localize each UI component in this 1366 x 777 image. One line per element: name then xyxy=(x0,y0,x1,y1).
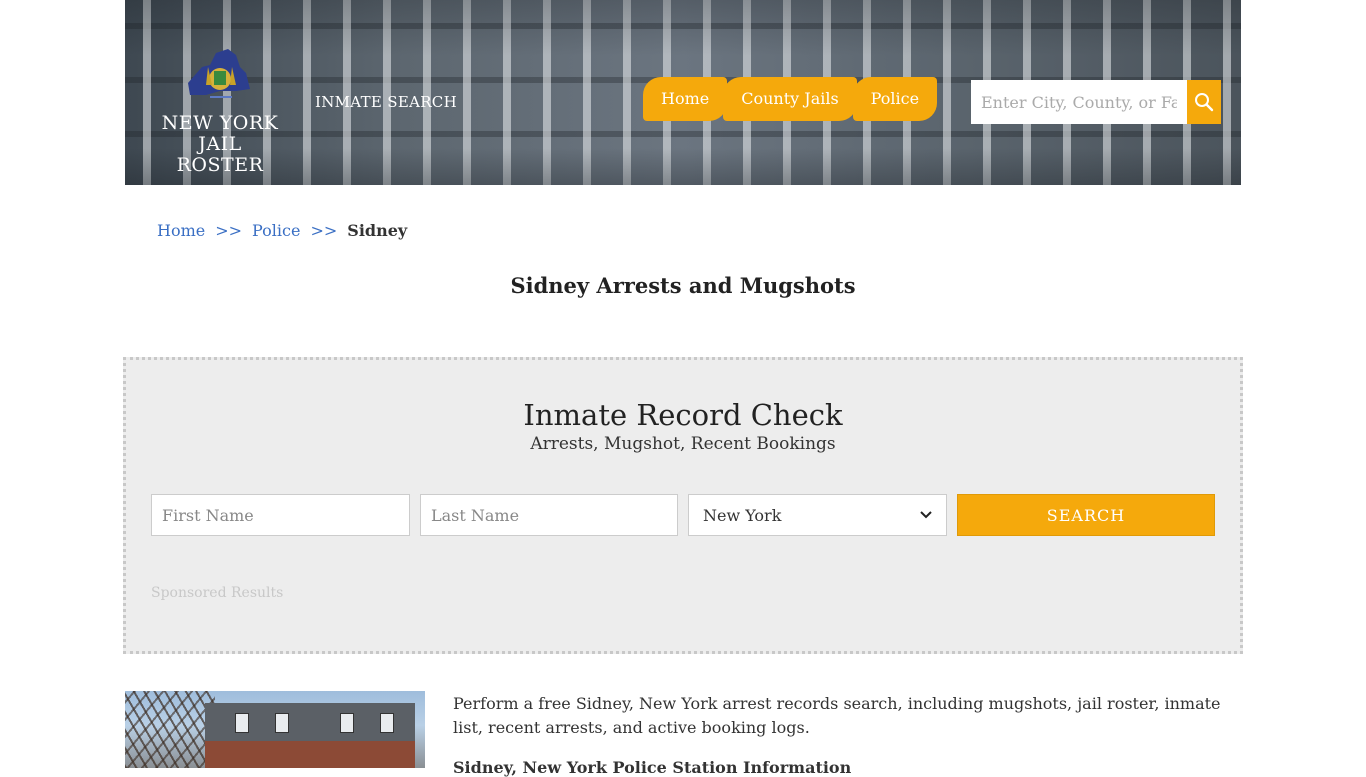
intro-text: Perform a free Sidney, New York arrest r… xyxy=(453,694,1221,737)
search-icon xyxy=(1195,93,1214,112)
page-title: Sidney Arrests and Mugshots xyxy=(510,273,856,298)
record-check-title: Inmate Record Check xyxy=(523,398,843,432)
breadcrumb-home[interactable]: Home xyxy=(157,221,205,240)
breadcrumb-separator: >> xyxy=(215,221,243,240)
sponsored-label: Sponsored Results xyxy=(151,585,284,601)
header-search xyxy=(971,80,1221,124)
breadcrumb-current: Sidney xyxy=(347,221,408,240)
main-nav: Home County Jails Police xyxy=(643,77,938,121)
header-search-button[interactable] xyxy=(1187,80,1221,124)
last-name-input[interactable] xyxy=(420,494,678,536)
inmate-search-link[interactable]: INMATE SEARCH xyxy=(315,93,457,111)
logo-text: NEW YORK JAIL ROSTER xyxy=(155,113,285,176)
chevron-down-icon xyxy=(920,511,932,519)
state-select[interactable]: New York xyxy=(688,494,947,536)
breadcrumb-separator: >> xyxy=(310,221,338,240)
photo-window xyxy=(275,713,289,733)
photo-window xyxy=(340,713,354,733)
nav-home[interactable]: Home xyxy=(643,77,728,121)
photo-window xyxy=(235,713,249,733)
photo-wall xyxy=(205,741,415,768)
site-logo[interactable]: NEW YORK JAIL ROSTER xyxy=(155,45,285,176)
nav-county-jails[interactable]: County Jails xyxy=(723,77,857,121)
first-name-input[interactable] xyxy=(151,494,410,536)
header-search-input[interactable] xyxy=(971,80,1187,124)
police-station-photo xyxy=(125,691,425,768)
record-check-panel: Inmate Record Check Arrests, Mugshot, Re… xyxy=(123,357,1243,654)
logo-line2: JAIL ROSTER xyxy=(176,133,264,176)
record-check-subtitle: Arrests, Mugshot, Recent Bookings xyxy=(530,434,836,454)
state-select-value: New York xyxy=(703,505,782,525)
photo-window xyxy=(380,713,394,733)
nav-police[interactable]: Police xyxy=(852,77,938,121)
new-york-map-icon xyxy=(188,49,250,98)
breadcrumb: Home >> Police >> Sidney xyxy=(157,221,407,240)
breadcrumb-police[interactable]: Police xyxy=(252,221,300,240)
photo-tree xyxy=(125,691,215,768)
search-button[interactable]: SEARCH xyxy=(957,494,1215,536)
logo-line1: NEW YORK xyxy=(161,112,279,134)
